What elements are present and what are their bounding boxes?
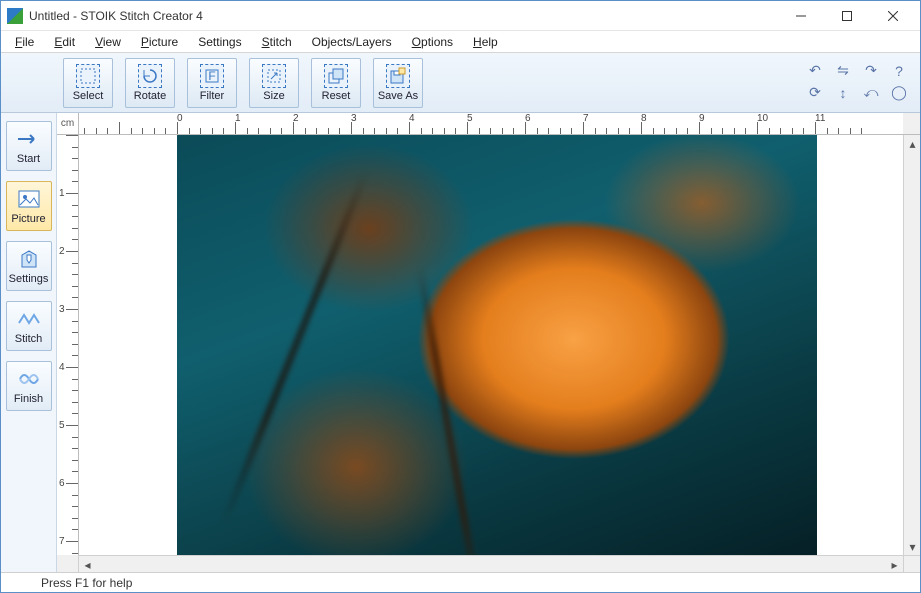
app-icon — [7, 8, 23, 24]
menu-stitch[interactable]: Stitch — [252, 33, 302, 51]
flip-h-mini-button[interactable]: ⇋ — [834, 63, 852, 79]
vertical-scrollbar[interactable]: ▴ ▾ — [903, 135, 920, 555]
v-ruler-label: 6 — [59, 478, 65, 489]
sidetab-finish-label: Finish — [14, 393, 43, 405]
scroll-left-arrow-icon[interactable]: ◂ — [79, 556, 96, 573]
rotate-button[interactable]: Rotate — [125, 58, 175, 108]
save-as-icon — [386, 64, 410, 88]
horizontal-scrollbar[interactable]: ◂ ▸ — [79, 555, 903, 572]
menu-picture[interactable]: Picture — [131, 33, 188, 51]
sidetab-stitch[interactable]: Stitch — [6, 301, 52, 351]
menu-edit[interactable]: Edit — [44, 33, 85, 51]
h-ruler-label: 8 — [641, 113, 647, 124]
help-mini-button[interactable]: ? — [890, 63, 908, 79]
hscroll-row: ◂ ▸ — [57, 555, 920, 572]
minimize-button[interactable] — [778, 1, 824, 31]
horizontal-ruler: 0 1 2 3 4 5 6 7 8 9 10 11 — [79, 113, 903, 135]
start-icon — [15, 127, 43, 151]
size-button[interactable]: Size — [249, 58, 299, 108]
filter-icon: F — [200, 64, 224, 88]
size-icon — [262, 64, 286, 88]
h-ruler-label: 1 — [235, 113, 241, 124]
undo-mini-button[interactable]: ↶ — [806, 63, 824, 79]
maximize-button[interactable] — [824, 1, 870, 31]
finish-icon — [15, 367, 43, 391]
statusbar-help-text: Press F1 for help — [7, 576, 132, 590]
stitch-icon — [15, 307, 43, 331]
sidetab-start-label: Start — [17, 153, 40, 165]
menu-view[interactable]: View — [85, 33, 131, 51]
sidetabs: Start Picture Settings Stitch Finish — [1, 113, 57, 572]
sidetab-finish[interactable]: Finish — [6, 361, 52, 411]
close-button[interactable] — [870, 1, 916, 31]
svg-text:F: F — [208, 69, 215, 83]
window-title: Untitled - STOIK Stitch Creator 4 — [29, 9, 203, 23]
picture-icon — [15, 187, 43, 211]
titlebar: Untitled - STOIK Stitch Creator 4 — [1, 1, 920, 31]
h-ruler-label: 10 — [757, 113, 768, 124]
reset-label: Reset — [322, 90, 351, 102]
reset-button[interactable]: Reset — [311, 58, 361, 108]
rotate-label: Rotate — [134, 90, 166, 102]
menu-options[interactable]: Options — [402, 33, 463, 51]
scroll-right-arrow-icon[interactable]: ▸ — [886, 556, 903, 573]
save-as-button[interactable]: Save As — [373, 58, 423, 108]
menu-file[interactable]: File — [5, 33, 44, 51]
filter-button[interactable]: F Filter — [187, 58, 237, 108]
h-ruler-label: 5 — [467, 113, 473, 124]
window: Untitled - STOIK Stitch Creator 4 FileEd… — [0, 0, 921, 593]
sidetab-stitch-label: Stitch — [15, 333, 43, 345]
sidetab-settings[interactable]: Settings — [6, 241, 52, 291]
v-ruler-label: 3 — [59, 304, 65, 315]
document-image[interactable] — [177, 135, 817, 555]
h-ruler-label: 6 — [525, 113, 531, 124]
settings-icon — [15, 247, 43, 271]
h-ruler-label: 11 — [815, 113, 825, 124]
select-label: Select — [73, 90, 104, 102]
canvas-row: 12345678 ▴ ▾ — [57, 135, 920, 555]
v-ruler-label: 1 — [59, 188, 65, 199]
scroll-down-arrow-icon[interactable]: ▾ — [904, 538, 921, 555]
select-icon — [76, 64, 100, 88]
top-ruler-row: cm 0 1 2 3 4 5 6 7 8 9 10 11 — [57, 113, 920, 135]
h-ruler-label: 0 — [177, 113, 183, 124]
v-ruler-label: 4 — [59, 362, 65, 373]
workspace: Start Picture Settings Stitch Finish cm 0 1 2 3… — [1, 113, 920, 572]
menu-settings[interactable]: Settings — [188, 33, 251, 51]
ruler-unit-box[interactable]: cm — [57, 113, 79, 135]
h-ruler-label: 7 — [583, 113, 589, 124]
v-ruler-label: 2 — [59, 246, 65, 257]
sidetab-start[interactable]: Start — [6, 121, 52, 171]
vertical-ruler: 12345678 — [57, 135, 79, 555]
menubar: FileEditViewPictureSettingsStitchObjects… — [1, 31, 920, 53]
reset-icon — [324, 64, 348, 88]
circle-mini-button[interactable]: ◯ — [890, 85, 908, 101]
select-button[interactable]: Select — [63, 58, 113, 108]
h-ruler-label: 4 — [409, 113, 415, 124]
save-as-label: Save As — [378, 90, 418, 102]
refresh-mini-button[interactable]: ⟳ — [806, 85, 824, 101]
rotate-ccw-mini-button[interactable]: ⤺ — [862, 85, 880, 101]
sidetab-picture[interactable]: Picture — [6, 181, 52, 231]
scroll-up-arrow-icon[interactable]: ▴ — [904, 135, 921, 152]
filter-label: Filter — [200, 90, 224, 102]
sidetab-settings-label: Settings — [9, 273, 49, 285]
v-ruler-label: 5 — [59, 420, 65, 431]
menu-objects-layers[interactable]: Objects/Layers — [302, 33, 402, 51]
h-ruler-label: 2 — [293, 113, 299, 124]
menu-help[interactable]: Help — [463, 33, 508, 51]
h-ruler-label: 9 — [699, 113, 705, 124]
h-ruler-label: 3 — [351, 113, 357, 124]
sidetab-picture-label: Picture — [11, 213, 45, 225]
rotate-icon — [138, 64, 162, 88]
redo-mini-button[interactable]: ↷ — [862, 63, 880, 79]
statusbar: Press F1 for help — [1, 572, 920, 592]
canvas-viewport[interactable] — [79, 135, 903, 555]
stretch-mini-button[interactable]: ↕ — [834, 85, 852, 101]
editor: cm 01234567891011 12345678 ▴ ▾ ◂ — [57, 113, 920, 572]
toolbar: Select Rotate F Filter Size Reset Save As ↶ ⇋ ↷?… — [1, 53, 920, 113]
v-ruler-label: 7 — [59, 536, 65, 547]
size-label: Size — [263, 90, 284, 102]
